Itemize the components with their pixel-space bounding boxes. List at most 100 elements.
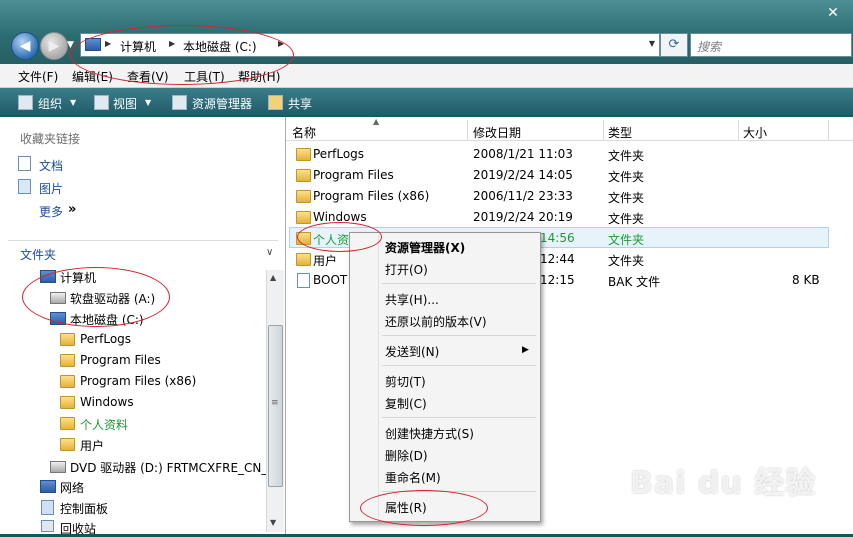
scroll-down-icon[interactable]: ▼ [270, 518, 276, 527]
chevron-down-icon[interactable]: ∨ [266, 247, 273, 258]
double-chevron-right-icon[interactable]: » [68, 202, 76, 217]
file-name[interactable]: 用户 [313, 252, 337, 269]
folder-icon [296, 169, 311, 182]
views-icon [94, 95, 109, 110]
address-dropdown-icon[interactable]: ▼ [649, 39, 655, 48]
annotation-ellipse [70, 25, 294, 85]
folder-icon [60, 396, 75, 409]
tree-control-panel[interactable]: 控制面板 [60, 500, 108, 517]
tree-recycle-bin[interactable]: 回收站 [60, 520, 96, 537]
pane-divider [8, 240, 278, 241]
favorites-more-link[interactable]: 更多 [39, 203, 63, 220]
file-type: 文件夹 [608, 149, 645, 163]
ctx-copy[interactable]: 复制(C) [385, 395, 427, 412]
file-date: 14:56 [540, 231, 575, 245]
folder-icon [60, 438, 75, 451]
file-type: BAK 文件 [608, 275, 661, 289]
ctx-rename[interactable]: 重命名(M) [385, 469, 441, 486]
menu-separator [382, 335, 536, 336]
context-menu: 资源管理器(X) 打开(O) 共享(H)... 还原以前的版本(V) 发送到(N… [349, 232, 541, 522]
tree-folder[interactable]: Windows [80, 395, 134, 409]
column-date[interactable]: 修改日期 [473, 124, 521, 141]
pictures-icon [18, 179, 31, 194]
file-name[interactable]: Program Files (x86) [313, 189, 429, 203]
chevron-down-icon[interactable]: ▼ [145, 98, 151, 107]
menu-separator [382, 283, 536, 284]
file-name[interactable]: BOOT [313, 273, 347, 287]
favorites-title: 收藏夹链接 [20, 132, 81, 146]
share-button[interactable]: 共享 [288, 95, 312, 112]
ctx-delete[interactable]: 删除(D) [385, 447, 428, 464]
grip-icon: ≡ [271, 398, 279, 408]
chevron-down-icon[interactable]: ▼ [70, 98, 76, 107]
column-name[interactable]: 名称 [292, 124, 316, 141]
column-size[interactable]: 大小 [743, 124, 767, 141]
folders-title[interactable]: 文件夹 [20, 246, 56, 263]
refresh-button[interactable]: ⟳ [660, 33, 688, 57]
scroll-up-icon[interactable]: ▲ [270, 273, 276, 282]
close-icon[interactable]: ✕ [819, 4, 847, 22]
menu-separator [382, 417, 536, 418]
favorite-documents[interactable]: 文档 [39, 157, 63, 174]
folder-icon [60, 417, 75, 430]
dvd-drive-icon [50, 461, 66, 473]
column-divider[interactable] [603, 120, 604, 140]
views-button[interactable]: 视图 [113, 95, 137, 112]
tree-folder[interactable]: PerfLogs [80, 332, 131, 346]
tree-dvd-drive[interactable]: DVD 驱动器 (D:) FRTMCXFRE_CN_I [70, 459, 266, 476]
back-button[interactable]: ◀ [11, 32, 39, 60]
file-icon [297, 273, 310, 288]
file-name[interactable]: Program Files [313, 168, 394, 182]
search-placeholder: 搜索 [697, 40, 722, 54]
tree-folder[interactable]: Program Files [80, 353, 161, 367]
folder-icon [296, 253, 311, 266]
file-type: 文件夹 [608, 170, 645, 184]
tree-network[interactable]: 网络 [60, 479, 84, 496]
watermark-url: jingyan.baidu.com [712, 496, 814, 509]
folder-icon [60, 354, 75, 367]
file-date: 2008/1/21 11:03 [473, 147, 573, 161]
column-divider[interactable] [738, 120, 739, 140]
tree-folder[interactable]: Program Files (x86) [80, 374, 196, 388]
ctx-create-shortcut[interactable]: 创建快捷方式(S) [385, 425, 474, 442]
ctx-open-explorer[interactable]: 资源管理器(X) [385, 239, 465, 256]
file-date: 2019/2/24 14:05 [473, 168, 573, 182]
organize-icon [18, 95, 33, 110]
file-date: 12:44 [540, 252, 575, 266]
network-icon [40, 480, 56, 493]
command-toolbar: 组织 ▼ 视图 ▼ 资源管理器 共享 [0, 88, 853, 116]
ctx-share[interactable]: 共享(H)... [385, 291, 439, 308]
annotation-ellipse [22, 267, 170, 327]
ctx-cut[interactable]: 剪切(T) [385, 373, 426, 390]
file-type: 文件夹 [608, 212, 645, 226]
file-date: 12:15 [540, 273, 575, 287]
annotation-ellipse [297, 222, 382, 252]
column-type[interactable]: 类型 [608, 124, 632, 141]
ctx-send-to[interactable]: 发送到(N) [385, 343, 439, 360]
tree-folder[interactable]: 用户 [80, 437, 104, 454]
folder-icon [60, 375, 75, 388]
ctx-open[interactable]: 打开(O) [385, 261, 428, 278]
folder-icon [296, 148, 311, 161]
file-type: 文件夹 [608, 233, 645, 247]
file-name[interactable]: PerfLogs [313, 147, 364, 161]
organize-button[interactable]: 组织 [38, 95, 62, 112]
control-panel-icon [41, 500, 54, 515]
file-size: 8 KB [792, 273, 820, 287]
recycle-bin-icon [41, 520, 54, 532]
submenu-arrow-icon: ▶ [522, 345, 529, 355]
menu-file[interactable]: 文件(F) [18, 68, 58, 85]
ctx-restore-versions[interactable]: 还原以前的版本(V) [385, 313, 487, 330]
column-divider[interactable] [828, 120, 829, 140]
file-type: 文件夹 [608, 191, 645, 205]
column-divider[interactable] [467, 120, 468, 140]
file-date: 2019/2/24 20:19 [473, 210, 573, 224]
explorer-button[interactable]: 资源管理器 [192, 95, 252, 112]
favorite-pictures[interactable]: 图片 [39, 180, 63, 197]
file-type: 文件夹 [608, 254, 645, 268]
tree-folder[interactable]: 个人资料 [80, 416, 128, 433]
column-header [286, 120, 853, 141]
forward-button[interactable]: ▶ [40, 32, 68, 60]
search-input[interactable]: 搜索 [690, 33, 852, 57]
folder-icon [296, 190, 311, 203]
